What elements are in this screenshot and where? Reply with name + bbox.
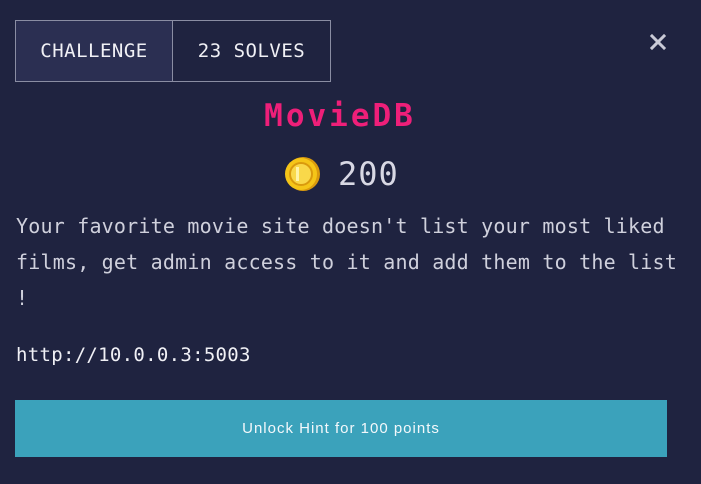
challenge-modal: CHALLENGE 23 SOLVES MovieDB 200 Your fav… (0, 0, 701, 484)
points-row: 200 (284, 152, 399, 196)
challenge-description: Your favorite movie site doesn't list yo… (16, 214, 678, 310)
unlock-hint-button[interactable]: Unlock Hint for 100 points (15, 400, 667, 457)
close-icon[interactable] (647, 30, 669, 54)
tab-challenge[interactable]: CHALLENGE (15, 20, 173, 82)
tab-solves-label: 23 SOLVES (197, 40, 306, 62)
challenge-url[interactable]: http://10.0.0.3:5003 (16, 344, 251, 366)
tab-solves[interactable]: 23 SOLVES (173, 20, 331, 82)
points-value: 200 (338, 155, 399, 193)
tab-challenge-label: CHALLENGE (40, 40, 148, 62)
challenge-title: MovieDB (264, 98, 416, 134)
coin-icon (285, 157, 320, 191)
tab-bar: CHALLENGE 23 SOLVES (15, 20, 331, 82)
